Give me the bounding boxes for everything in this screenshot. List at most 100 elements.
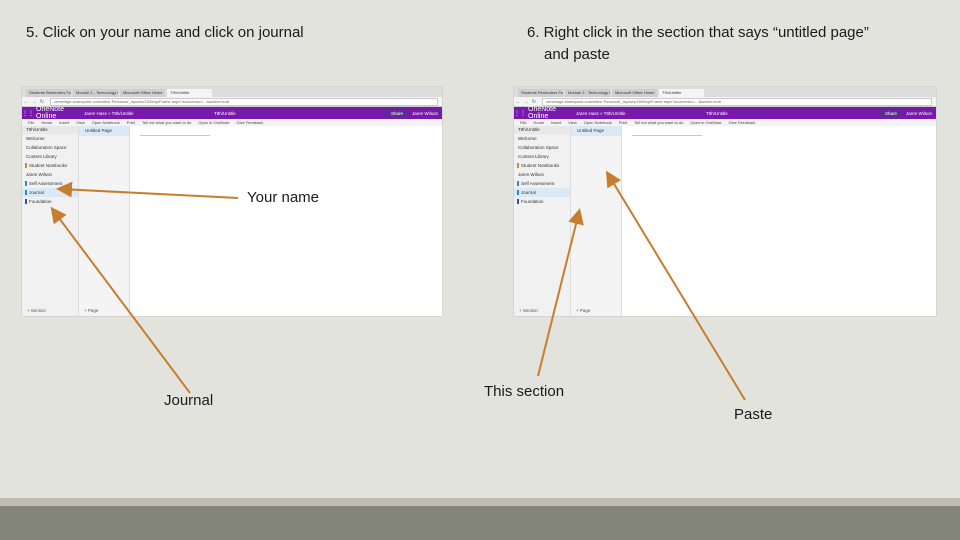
page-untitled[interactable]: Untitled Page	[571, 126, 621, 136]
section-label: Self Assessment	[521, 181, 555, 186]
ribbon-item[interactable]: Give Feedback	[729, 120, 756, 125]
section-foundation[interactable]: Foundation	[22, 197, 78, 206]
pages-pane[interactable]: Untitled Page + Page Page Paste	[571, 126, 659, 316]
section-label: Foundation	[521, 199, 544, 204]
step-6-caption-line2: and paste	[544, 46, 610, 63]
sections-pane: T9h/Untitle Welcome Collaboration Space …	[22, 126, 79, 316]
refresh-icon[interactable]: ↻	[38, 99, 46, 105]
app-brand: OneNote Online	[36, 106, 65, 120]
browser-tab[interactable]: Microsoft Office Home	[120, 89, 165, 97]
add-page-button[interactable]: + Page	[84, 308, 98, 313]
ribbon-item[interactable]: Give Feedback	[237, 120, 264, 125]
onenote-screenshot-right: Students Reminders Fst Module 2 - Techno…	[514, 87, 936, 316]
onenote-body: T9h/Untitle Welcome Collaboration Space …	[514, 126, 936, 316]
browser-address-row: ← → ↻ cenbridge.sharepoint.com/sites/ Pe…	[514, 97, 936, 107]
section-color-tag	[517, 163, 519, 168]
breadcrumb[interactable]: Jaren Hass » T9h/Untitle	[576, 111, 706, 116]
user-name[interactable]: Jaren Wilson	[906, 111, 932, 116]
ribbon-item[interactable]: View	[568, 120, 577, 125]
browser-tab-active[interactable]: T9h/Untitle	[659, 89, 704, 97]
page-title-line	[632, 135, 702, 136]
add-page-button[interactable]: + Page	[576, 308, 590, 313]
refresh-icon[interactable]: ↻	[530, 99, 538, 105]
section-group-content-library[interactable]: Content Library	[22, 152, 78, 161]
section-group-your-name[interactable]: Jaren Wilson	[514, 170, 570, 179]
page-untitled[interactable]: Untitled Page	[79, 126, 129, 136]
section-journal[interactable]: Journal	[514, 188, 570, 197]
browser-tab[interactable]: Students Reminders Fst	[518, 89, 563, 97]
label-this-section: This section	[484, 383, 565, 400]
section-student-notebooks[interactable]: Student Notebooks	[514, 161, 570, 170]
address-bar[interactable]: cenbridge.sharepoint.com/sites/ Personal…	[50, 97, 438, 106]
ribbon-item[interactable]: Tell me what you want to do	[634, 120, 683, 125]
app-launcher-icon[interactable]: ⋮⋮	[22, 110, 34, 117]
section-self-assessment[interactable]: Self Assessment	[514, 179, 570, 188]
ribbon-item[interactable]: Open Notebook	[92, 120, 120, 125]
browser-tab-active[interactable]: T9h/Untitle	[167, 89, 212, 97]
section-foundation[interactable]: Foundation	[514, 197, 570, 206]
notebook-title: T9h/Untitle	[214, 110, 236, 116]
section-color-tag	[517, 181, 519, 186]
section-label: Student Notebooks	[521, 163, 560, 168]
step-6-caption-line1: 6. Right click in the section that says …	[527, 24, 869, 41]
back-icon[interactable]: ←	[514, 99, 522, 105]
onenote-header: ⋮⋮ OneNote Online Jaren Hass » T9h/Untit…	[22, 106, 442, 120]
add-section-button[interactable]: + Section	[519, 308, 538, 313]
back-icon[interactable]: ←	[22, 99, 30, 105]
section-label: Journal	[29, 190, 44, 195]
browser-tab[interactable]: Microsoft Office Home	[612, 89, 657, 97]
browser-address-row: ← → ↻ cenbridge.sharepoint.com/sites/ Pe…	[22, 97, 442, 107]
browser-tab[interactable]: Students Reminders Fst	[26, 89, 71, 97]
section-group-collaboration[interactable]: Collaboration Space	[514, 143, 570, 152]
sections-pane: T9h/Untitle Welcome Collaboration Space …	[514, 126, 571, 316]
ribbon-item[interactable]: View	[76, 120, 85, 125]
ribbon-item[interactable]: Open Notebook	[584, 120, 612, 125]
pages-pane: Untitled Page + Page	[79, 126, 130, 316]
page-canvas[interactable]	[622, 126, 936, 316]
section-color-tag	[25, 181, 27, 186]
browser-tab-bar: Students Reminders Fst Module 2 - Techno…	[514, 87, 936, 97]
ribbon-item[interactable]: Print	[619, 120, 627, 125]
browser-tab[interactable]: Module 2 - Technology tech	[73, 89, 118, 97]
ribbon-item[interactable]: Open in OneNote	[198, 120, 229, 125]
section-group-your-name[interactable]: Jaren Wilson	[22, 170, 78, 179]
section-group-content-library[interactable]: Content Library	[514, 152, 570, 161]
add-section-button[interactable]: + Section	[27, 308, 46, 313]
page-title-line	[140, 135, 210, 136]
section-group-welcome[interactable]: Welcome	[514, 134, 570, 143]
ribbon-item[interactable]: Tell me what you want to do	[142, 120, 191, 125]
forward-icon[interactable]: →	[30, 99, 38, 105]
section-group-collaboration[interactable]: Collaboration Space	[22, 143, 78, 152]
onenote-header: ⋮⋮ OneNote Online Jaren Hass » T9h/Untit…	[514, 106, 936, 120]
ribbon-item[interactable]: Open in OneNote	[690, 120, 721, 125]
section-self-assessment[interactable]: Self Assessment	[22, 179, 78, 188]
browser-tab[interactable]: Module 2 - Technology tech	[565, 89, 610, 97]
section-color-tag	[517, 199, 519, 204]
share-button[interactable]: Share	[879, 109, 902, 117]
sections-header: T9h/Untitle	[514, 126, 570, 134]
ribbon-item[interactable]: Home	[533, 120, 544, 125]
ribbon-item[interactable]: Insert	[59, 120, 69, 125]
label-paste: Paste	[734, 406, 773, 423]
breadcrumb[interactable]: Jaren Hass » T9h/Untitle	[84, 111, 214, 116]
ribbon-item[interactable]: File	[28, 120, 34, 125]
ribbon-item[interactable]: File	[520, 120, 526, 125]
section-label: Foundation	[29, 199, 52, 204]
share-button[interactable]: Share	[385, 109, 408, 117]
app-launcher-icon[interactable]: ⋮⋮	[514, 110, 526, 117]
page-canvas[interactable]	[130, 126, 442, 316]
section-student-notebooks[interactable]: Student Notebooks	[22, 161, 78, 170]
step-6-caption: 6. Right click in the section that says …	[527, 22, 927, 66]
user-name[interactable]: Jaren Wilson	[412, 111, 438, 116]
address-bar[interactable]: cenbridge.sharepoint.com/sites/ Personal…	[542, 97, 932, 106]
section-journal[interactable]: Journal	[22, 188, 78, 197]
section-color-tag	[25, 199, 27, 204]
ribbon-item[interactable]: Home	[41, 120, 52, 125]
ribbon-item[interactable]: Print	[127, 120, 135, 125]
section-label: Journal	[521, 190, 536, 195]
app-brand: OneNote Online	[528, 106, 557, 120]
slide-footer	[0, 506, 960, 540]
forward-icon[interactable]: →	[522, 99, 530, 105]
ribbon-item[interactable]: Insert	[551, 120, 561, 125]
section-group-welcome[interactable]: Welcome	[22, 134, 78, 143]
